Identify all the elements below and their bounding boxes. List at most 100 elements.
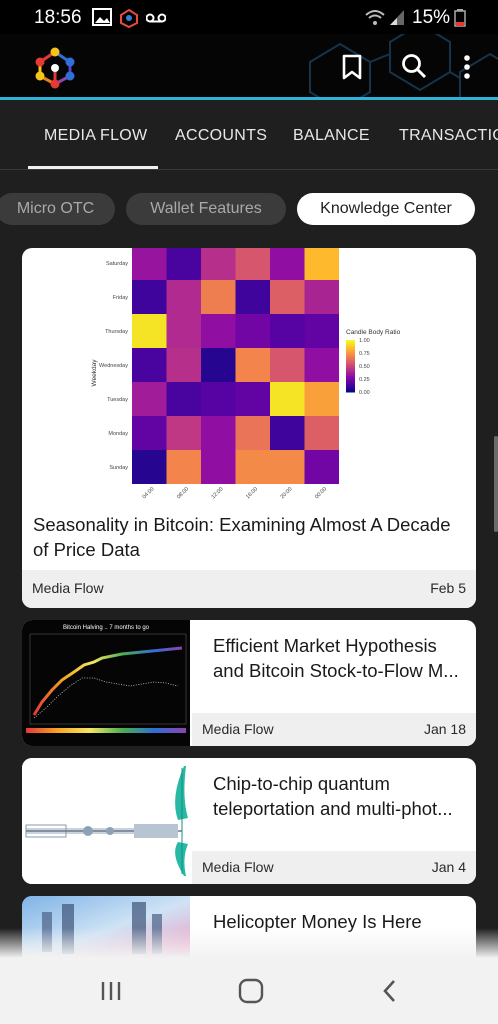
article-card[interactable]: Bitcoin Halving .. 7 months to go Effici… — [22, 620, 476, 746]
home-icon[interactable] — [238, 978, 264, 1009]
article-footer: Media Flow Jan 4 — [192, 851, 476, 884]
article-date: Feb 5 — [430, 580, 466, 596]
article-title-line-2: teleportation and multi-phot... — [213, 798, 453, 819]
heatmap-cell — [166, 280, 201, 314]
heatmap-cell — [270, 450, 305, 484]
featured-article-card[interactable]: Saturday Friday Thursday Wednesday Tuesday Mo… — [22, 248, 476, 608]
heatmap-legend-title: Candle Body Ratio — [346, 329, 401, 336]
system-nav-bar — [0, 958, 498, 1024]
heatmap-col-label: 00:00 — [314, 486, 328, 500]
chip-knowledge-center[interactable]: Knowledge Center — [297, 193, 475, 225]
article-card[interactable]: Chip-to-chip quantum teleportation and m… — [22, 758, 476, 884]
heatmap-cell — [201, 314, 236, 348]
heatmap-cell — [201, 248, 236, 280]
heatmap-cell — [235, 314, 270, 348]
bottom-fade — [0, 928, 498, 958]
article-footer: Media Flow Jan 18 — [192, 713, 476, 746]
heatmap-col-label: 04:00 — [142, 486, 156, 500]
seasonality-heatmap: Saturday Friday Thursday Wednesday Tuesday Mo… — [91, 248, 401, 500]
heatmap-row-label: Tuesday — [107, 397, 128, 403]
article-title-line-2: and Bitcoin Stock-to-Flow M... — [213, 660, 459, 681]
heatmap-legend-swatch — [346, 390, 355, 393]
heatmap-cell — [132, 248, 167, 280]
heatmap-row-label: Friday — [113, 295, 129, 301]
heatmap-cell — [304, 450, 339, 484]
app-bar — [0, 34, 498, 100]
heatmap-row-label: Thursday — [105, 329, 128, 335]
heatmap-cell — [304, 314, 339, 348]
heatmap-cell — [132, 280, 167, 314]
heatmap-cell — [235, 416, 270, 450]
heatmap-col-label: 12:00 — [211, 486, 225, 500]
featured-article-footer: Media Flow Feb 5 — [22, 570, 476, 608]
article-thumbnail — [22, 758, 190, 884]
app-bar-accent-line — [0, 97, 498, 100]
heatmap-cell — [132, 314, 167, 348]
heatmap-cell — [166, 450, 201, 484]
heatmap-cell — [166, 348, 201, 382]
heatmap-cell — [270, 416, 305, 450]
back-icon[interactable] — [382, 978, 398, 1009]
article-source: Media Flow — [202, 721, 274, 737]
status-bar: 18:56 15% — [0, 0, 498, 34]
tab-accounts[interactable]: ACCOUNTS — [175, 127, 267, 145]
heatmap-cell — [270, 382, 305, 416]
thumbnail-caption: Bitcoin Halving .. 7 months to go — [63, 625, 150, 631]
heatmap-cell — [166, 416, 201, 450]
article-date: Jan 18 — [423, 721, 466, 737]
heatmap-legend-tick: 0.50 — [359, 364, 370, 370]
tab-balance[interactable]: BALANCE — [293, 127, 370, 145]
heatmap-cell — [166, 382, 201, 416]
article-title-line-1: Efficient Market Hypothesis — [213, 635, 437, 656]
tab-transactions[interactable]: TRANSACTIO — [399, 127, 498, 145]
article-date: Jan 4 — [431, 859, 466, 875]
scrollbar[interactable] — [494, 436, 498, 532]
recents-icon[interactable] — [100, 980, 122, 1007]
heatmap-cell — [270, 280, 305, 314]
tab-indicator — [28, 166, 158, 169]
heatmap-cell — [166, 314, 201, 348]
heatmap-cell — [201, 450, 236, 484]
voicemail-icon — [145, 11, 167, 29]
heatmap-cell — [304, 280, 339, 314]
heatmap-legend-tick: 1.00 — [359, 338, 370, 344]
heatmap-cell — [270, 248, 305, 280]
heatmap-legend-tick: 0.75 — [359, 351, 370, 357]
heatmap-cell — [201, 382, 236, 416]
heatmap-cell — [270, 348, 305, 382]
image-icon — [92, 8, 112, 31]
heatmap-legend-tick: 0.00 — [359, 390, 370, 396]
heatmap-y-axis-label: Weekday — [91, 359, 98, 387]
heatmap-cell — [132, 450, 167, 484]
heatmap-cell — [132, 416, 167, 450]
heatmap-cell — [304, 416, 339, 450]
chip-wallet-features[interactable]: Wallet Features — [126, 193, 286, 225]
heatmap-cell — [235, 382, 270, 416]
featured-article-title: Seasonality in Bitcoin: Examining Almost… — [33, 514, 451, 560]
heatmap-cell — [132, 348, 167, 382]
tab-bar: MEDIA FLOW ACCOUNTS BALANCE TRANSACTIO — [0, 103, 498, 170]
heatmap-cell — [235, 348, 270, 382]
heatmap-col-label: 16:00 — [245, 486, 259, 500]
heatmap-cell — [235, 280, 270, 314]
heatmap-cell — [132, 382, 167, 416]
more-vert-icon[interactable] — [462, 54, 472, 85]
chip-micro-otc[interactable]: Micro OTC — [0, 193, 115, 225]
search-icon[interactable] — [401, 53, 427, 84]
article-source: Media Flow — [32, 580, 104, 596]
heatmap-cell — [166, 248, 201, 280]
heatmap-legend-tick: 0.25 — [359, 377, 370, 383]
heatmap-row-label: Wednesday — [99, 363, 128, 369]
battery-percent: 15% — [412, 7, 451, 28]
heatmap-row-label: Sunday — [109, 465, 128, 471]
heatmap-cell — [304, 348, 339, 382]
heatmap-cell — [270, 314, 305, 348]
heatmap-cell — [235, 248, 270, 280]
bookmark-icon[interactable] — [341, 54, 363, 85]
heatmap-row-label: Saturday — [106, 261, 128, 267]
tab-media-flow[interactable]: MEDIA FLOW — [44, 127, 147, 145]
wifi-icon — [364, 8, 386, 31]
app-logo-icon — [30, 44, 80, 95]
heatmap-col-label: 20:00 — [280, 486, 294, 500]
heatmap-cell — [304, 382, 339, 416]
